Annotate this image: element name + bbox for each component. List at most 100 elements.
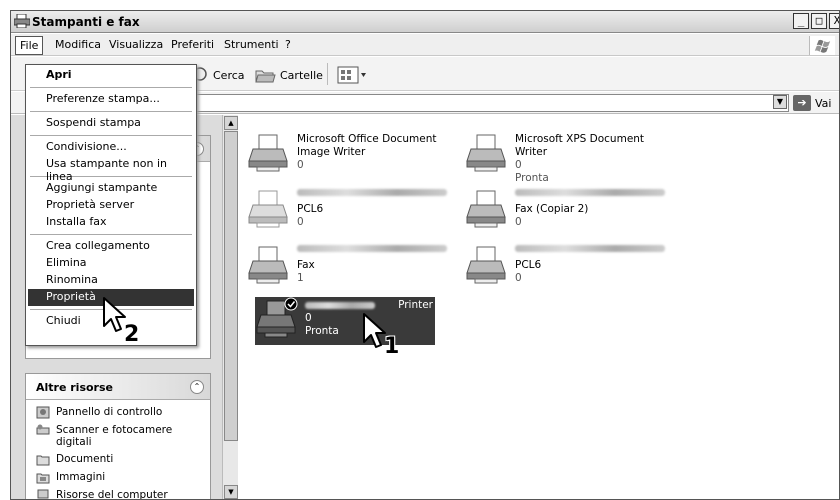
menu-item-open[interactable]: Apri [28, 67, 194, 84]
step-number-2: 2 [124, 322, 140, 347]
link-documents[interactable]: Documenti [36, 453, 200, 466]
link-pictures[interactable]: Immagini [36, 471, 200, 484]
link-my-computer[interactable]: Risorse del computer [36, 489, 200, 500]
printer-docs-count: 0 [297, 159, 304, 171]
pictures-folder-icon [36, 473, 50, 484]
redacted-name [305, 302, 375, 309]
link-scanners-cameras[interactable]: Scanner e fotocamere digitali [36, 424, 200, 448]
menu-item-setup-fax[interactable]: Installa fax [28, 214, 194, 231]
go-button[interactable]: ➔ Vai [793, 95, 831, 111]
collapse-chevron-icon[interactable]: ⌃ [190, 380, 204, 394]
documents-folder-icon [36, 455, 50, 466]
printer-name: Fax (Copiar 2) [515, 203, 589, 215]
menu-preferiti[interactable]: Preferiti [171, 38, 214, 51]
printer-icon [248, 190, 288, 228]
printer-name: Image Writer [297, 146, 366, 158]
printer-item[interactable]: Microsoft XPS Document Writer 0 Pronta [465, 131, 675, 184]
printer-item[interactable]: PCL6 0 [247, 187, 457, 239]
menu-visualizza[interactable]: Visualizza [109, 38, 163, 51]
scroll-down-icon[interactable]: ▼ [224, 485, 238, 499]
fax-icon [466, 190, 506, 228]
redacted-name [515, 189, 665, 196]
menu-separator [30, 111, 192, 112]
printer-item-selected[interactable]: Printer 0 Pronta [255, 297, 435, 345]
scanner-icon [36, 424, 50, 435]
printer-docs-count: 0 [515, 272, 522, 284]
windows-logo-icon [809, 36, 835, 55]
link-control-panel[interactable]: Pannello di controllo [36, 406, 200, 419]
printer-docs-count: 0 [515, 159, 522, 171]
link-label: Risorse del computer [56, 489, 168, 500]
other-places-header[interactable]: Altre risorse ⌃ [26, 374, 210, 400]
redacted-name [297, 189, 447, 196]
fax-icon [248, 246, 288, 284]
menu-item-rename[interactable]: Rinomina [28, 272, 194, 289]
redacted-name [515, 245, 665, 252]
link-label: Pannello di controllo [56, 406, 163, 418]
views-button[interactable] [337, 66, 367, 84]
menu-item-pause-printing[interactable]: Sospendi stampa [28, 115, 194, 132]
printer-name: Printer [398, 299, 433, 311]
printer-status: Pronta [515, 172, 549, 184]
task-pane-scrollbar[interactable]: ▲ ▼ [222, 115, 238, 499]
folders-icon [255, 70, 276, 83]
menu-item-print-preferences[interactable]: Preferenze stampa... [28, 91, 194, 108]
address-dropdown-icon[interactable]: ▼ [773, 95, 787, 109]
menu-bar: File Modifica Visualizza Preferiti Strum… [11, 34, 839, 56]
printer-icon [466, 246, 506, 284]
close-button[interactable]: X [829, 13, 839, 29]
scroll-up-icon[interactable]: ▲ [224, 116, 238, 130]
printer-name: Microsoft Office Document [297, 133, 437, 145]
printer-item[interactable]: Fax (Copiar 2) 0 [465, 187, 675, 239]
link-label: Immagini [56, 471, 106, 483]
printer-name: Fax [297, 259, 315, 271]
menu-item-create-shortcut[interactable]: Crea collegamento [28, 238, 194, 255]
folders-button[interactable]: Cartelle [254, 66, 323, 84]
printer-icon [466, 134, 506, 172]
printer-item[interactable]: Fax 1 [247, 243, 457, 295]
link-label: Documenti [56, 453, 114, 465]
search-button[interactable]: Cerca [189, 66, 245, 84]
printer-docs-count: 0 [515, 216, 522, 228]
menu-strumenti[interactable]: Strumenti [224, 38, 279, 51]
menu-modifica[interactable]: Modifica [55, 38, 101, 51]
menu-separator [30, 135, 192, 136]
menu-help[interactable]: ? [285, 38, 291, 51]
scroll-thumb[interactable] [224, 131, 238, 441]
menu-item-use-offline[interactable]: Usa stampante non in linea [28, 156, 194, 183]
maximize-button[interactable]: □ [811, 13, 827, 29]
menu-separator [30, 234, 192, 235]
other-places-panel: Altre risorse ⌃ Pannello di controllo Sc… [25, 373, 211, 500]
menu-file[interactable]: File [15, 36, 44, 55]
folders-label: Cartelle [280, 68, 323, 82]
printers-list: Microsoft Office Document Image Writer 0… [239, 115, 839, 499]
menu-separator [30, 87, 192, 88]
printer-docs-count: 0 [297, 216, 304, 228]
go-label: Vai [815, 96, 832, 110]
printer-item[interactable]: PCL6 0 [465, 243, 675, 295]
printer-icon [256, 297, 298, 338]
redacted-name [297, 245, 447, 252]
menu-item-add-printer[interactable]: Aggiungi stampante [28, 180, 194, 197]
printer-name: Microsoft XPS Document Writer [515, 133, 645, 158]
link-label: Scanner e fotocamere digitali [56, 424, 173, 448]
step-number-1: 1 [384, 334, 400, 359]
printer-icon [248, 134, 288, 172]
printers-app-icon [14, 14, 30, 28]
printer-item[interactable]: Microsoft Office Document Image Writer 0 [247, 131, 457, 183]
other-places-title: Altre risorse [36, 381, 113, 394]
views-icon [337, 66, 366, 84]
printer-name: PCL6 [515, 259, 542, 271]
printer-name: PCL6 [297, 203, 324, 215]
search-label: Cerca [213, 68, 245, 82]
my-computer-icon [37, 489, 49, 499]
minimize-button[interactable]: _ [793, 13, 809, 29]
title-bar: Stampanti e fax _ □ X [11, 11, 839, 33]
menu-item-delete[interactable]: Elimina [28, 255, 194, 272]
go-arrow-icon: ➔ [793, 95, 811, 111]
address-input[interactable] [191, 94, 789, 112]
menu-item-server-properties[interactable]: Proprietà server [28, 197, 194, 214]
printer-docs-count: 1 [297, 272, 304, 284]
menu-item-sharing[interactable]: Condivisione... [28, 139, 194, 156]
toolbar-separator [327, 63, 328, 85]
